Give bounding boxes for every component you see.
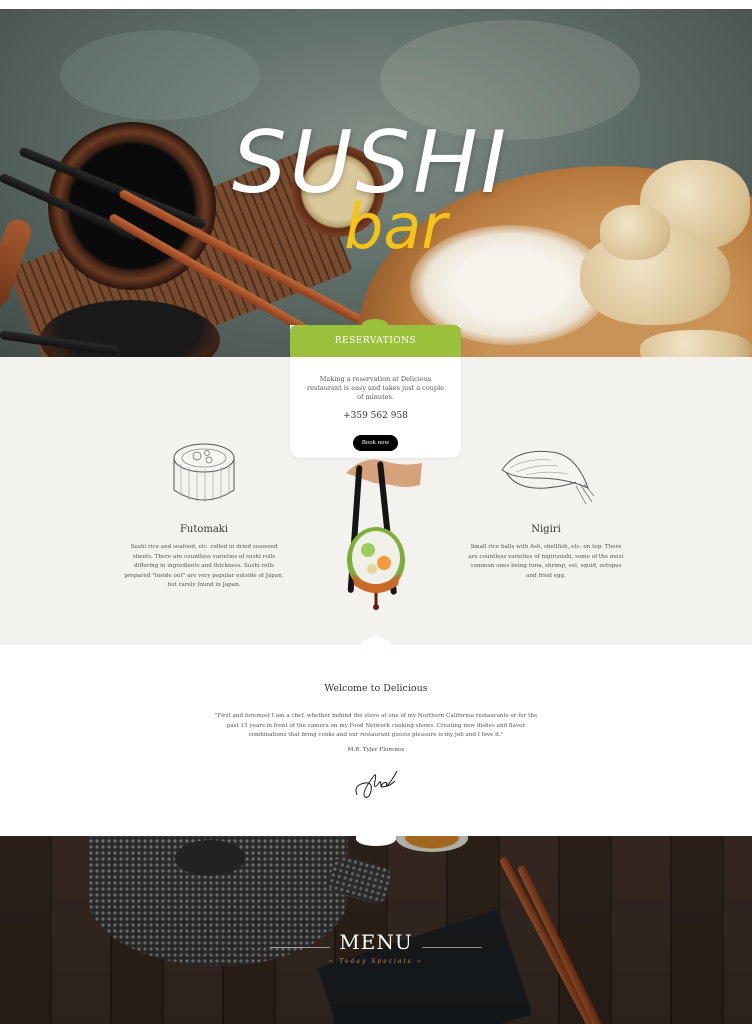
nigiri-sketch-icon (501, 450, 595, 505)
reservations-text: Making a reservation at Delicious restau… (306, 375, 445, 401)
top-strip (0, 0, 752, 9)
reservations-phone[interactable]: +359 562 958 (290, 411, 461, 421)
hero-banner: SUSHI bar (0, 0, 752, 357)
welcome-quote: "First and foremost I am a chef, whether… (214, 713, 538, 738)
logo-bar-text: bar (344, 190, 447, 263)
welcome-title: Welcome to Delicious (324, 683, 428, 694)
feature-text: Small rice balls with fish, shellfish, e… (468, 544, 624, 579)
menu-title: MENU (339, 930, 413, 954)
feature-title: Nigiri (531, 524, 561, 535)
menu-section: MENU ~ Today Specials ~ (0, 836, 752, 1024)
futomaki-sketch-icon (173, 443, 235, 502)
welcome-author: M.R. Tyler Florence (347, 746, 405, 753)
feature-nigiri: Nigiri Small rice balls with fish, shell… (466, 438, 626, 581)
reservations-card: RESERVATIONS Making a reservation at Del… (290, 319, 461, 458)
sushi-roll-chopsticks-image (346, 459, 422, 610)
feature-text: Sushi rice and seafood, etc. rolled in d… (124, 544, 284, 588)
ginger-image (640, 330, 752, 357)
reservations-title: RESERVATIONS (290, 319, 461, 357)
welcome-section: Welcome to Delicious "First and foremost… (0, 645, 752, 836)
ginger-image (600, 205, 670, 260)
book-now-button[interactable]: Book now (353, 435, 398, 451)
feature-futomaki: Futomaki Sushi rice and seafood, etc. ro… (124, 438, 284, 591)
stone-texture (60, 30, 260, 120)
feature-title: Futomaki (179, 524, 229, 535)
menu-subtitle: ~ Today Specials ~ (328, 958, 424, 965)
signature-image (355, 770, 398, 798)
